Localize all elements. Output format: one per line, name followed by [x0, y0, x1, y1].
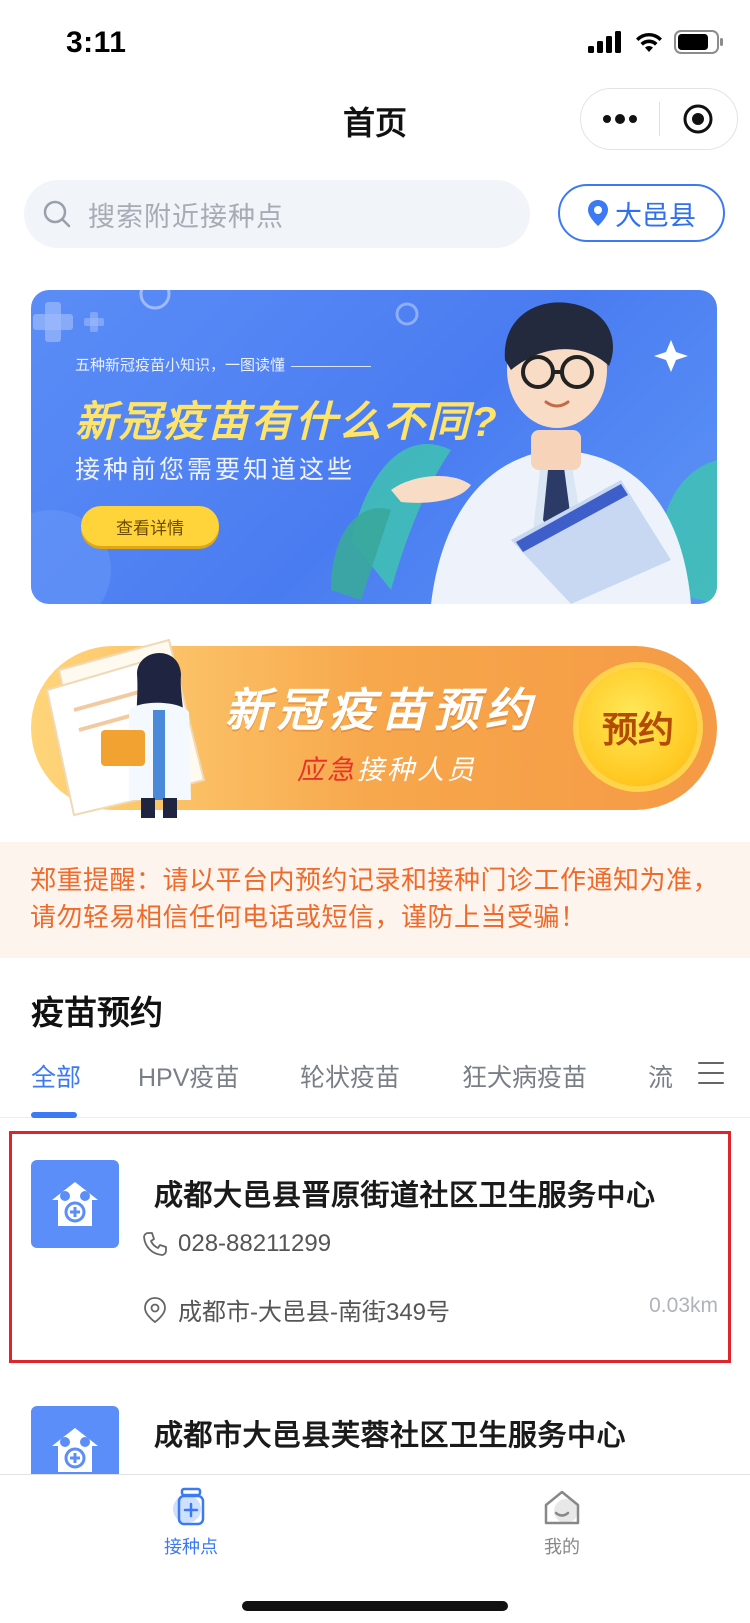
vaccine-booking-banner[interactable]: 新冠疫苗预约 应急接种人员 预约 [31, 638, 717, 818]
status-icons [588, 30, 724, 54]
search-icon [43, 200, 71, 228]
wifi-icon [636, 32, 662, 52]
vaccine-info-banner[interactable]: 五种新冠疫苗小知识，一图读懂 新冠疫苗有什么不同? 接种前您需要知道这些 查看详… [31, 290, 717, 604]
search-input[interactable]: 搜索附近接种点 [24, 180, 530, 248]
status-bar: 3:11 [0, 0, 750, 88]
location-pin-icon [588, 200, 608, 226]
active-tab-underline [31, 1112, 77, 1118]
signal-icon [588, 31, 621, 53]
target-circle-icon [683, 104, 713, 134]
tabbar-label-mine: 我的 [544, 1537, 580, 1557]
view-details-button[interactable]: 查看详情 [81, 506, 219, 546]
home-indicator [242, 1601, 508, 1611]
tab-menu-icon[interactable] [698, 1062, 724, 1084]
booking-subtitle-emergency: 应急 [297, 755, 357, 785]
tab-hpv[interactable]: HPV疫苗 [138, 1058, 239, 1094]
search-placeholder: 搜索附近接种点 [88, 201, 284, 232]
banner-title: 新冠疫苗有什么不同? [75, 398, 499, 445]
tabbar-item-mine[interactable]: 我的 [502, 1487, 622, 1559]
tabbar-item-sites[interactable]: 接种点 [131, 1487, 251, 1559]
booking-illustration [45, 638, 206, 818]
mini-program-capsule [580, 88, 738, 150]
booking-subtitle-rest: 接种人员 [357, 755, 477, 785]
booking-title: 新冠疫苗预约 [225, 684, 537, 736]
vaccine-bottle-icon [173, 1487, 205, 1526]
tab-all[interactable]: 全部 [31, 1058, 81, 1094]
site-name: 成都市大邑县芙蓉社区卫生服务中心 [154, 1420, 627, 1452]
location-label: 大邑县 [615, 200, 696, 231]
tab-flu[interactable]: 流 [648, 1058, 673, 1094]
status-time: 3:11 [66, 26, 127, 59]
battery-icon [674, 30, 723, 54]
location-button[interactable]: 大邑县 [558, 184, 725, 242]
more-button[interactable] [581, 89, 659, 149]
fraud-warning-notice: 郑重提醒：请以平台内预约记录和接种门诊工作通知为准，请勿轻易相信任何电话或短信，… [0, 842, 750, 958]
vaccine-category-tabs: 全部 HPV疫苗 轮状疫苗 狂犬病疫苗 流 [0, 1048, 750, 1118]
selection-highlight [9, 1131, 731, 1363]
tabbar-label-sites: 接种点 [164, 1537, 218, 1557]
banner-small-text: 五种新冠疫苗小知识，一图读懂 [75, 354, 371, 375]
more-dots-icon [602, 114, 637, 124]
booking-subtitle: 应急接种人员 [297, 748, 477, 787]
tab-rabies[interactable]: 狂犬病疫苗 [462, 1058, 587, 1094]
tab-rotavirus[interactable]: 轮状疫苗 [300, 1058, 400, 1094]
close-mini-program-button[interactable] [660, 89, 738, 149]
home-smile-icon [544, 1490, 580, 1525]
banner-subtitle: 接种前您需要知道这些 [75, 456, 356, 484]
book-button[interactable]: 预约 [579, 668, 697, 786]
section-title: 疫苗预约 [31, 994, 163, 1031]
